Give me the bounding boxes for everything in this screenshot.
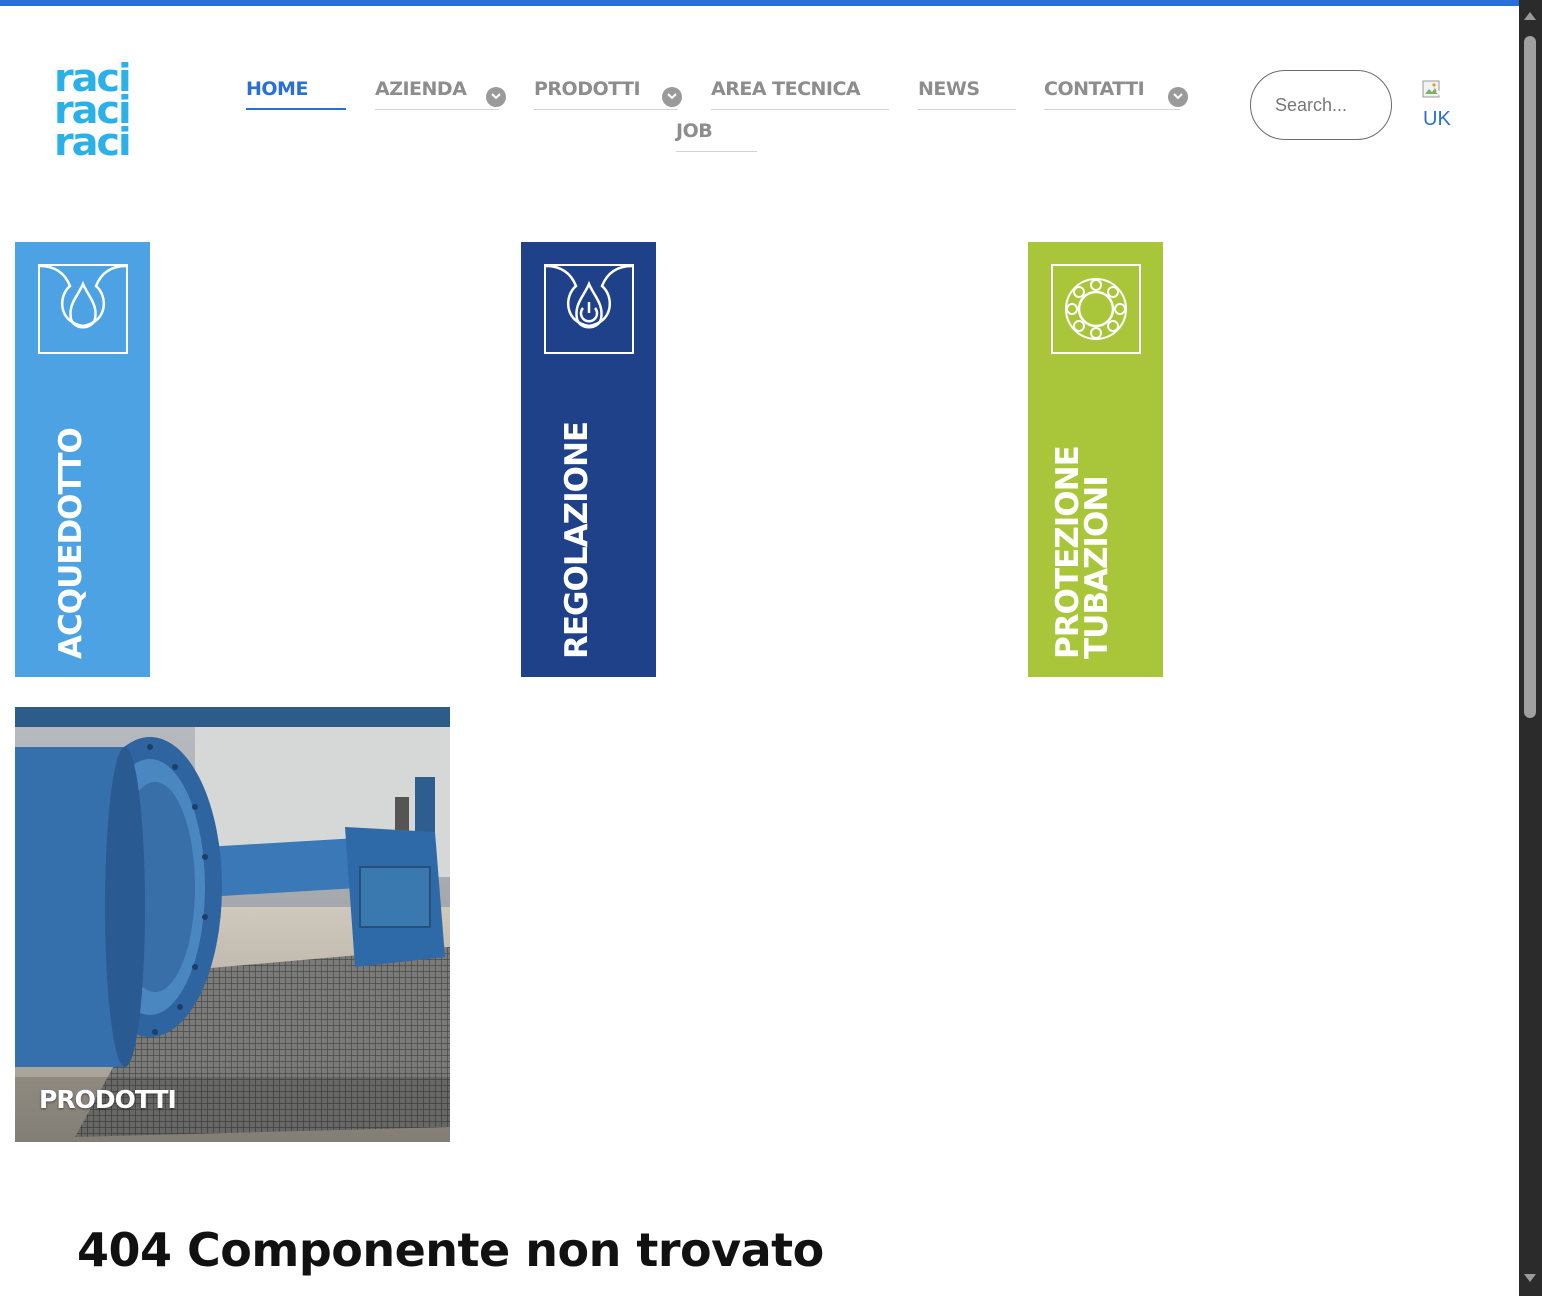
chevron-down-icon[interactable] [662, 87, 682, 107]
product-image-tile[interactable]: PRODOTTI [15, 707, 450, 1142]
nav-item-area-tecnica[interactable]: AREA TECNICA [711, 78, 889, 110]
nav-item-home[interactable]: HOME [246, 78, 346, 110]
valve-factory-photo [15, 707, 450, 1142]
category-label: REGOLAZIONE [559, 421, 595, 659]
product-tile-label: PRODOTTI [39, 1085, 177, 1114]
nav-label: AZIENDA [375, 78, 467, 100]
category-label-wrapper: PROTEZIONE TUBAZIONI [1028, 242, 1163, 677]
nav-item-news[interactable]: NEWS [918, 78, 1016, 110]
scrollbar-thumb[interactable] [1524, 36, 1536, 718]
error-title: 404 Componente non trovato [77, 1223, 824, 1277]
language-label: UK [1423, 108, 1451, 130]
scroll-down-arrow-icon[interactable] [1524, 1274, 1536, 1282]
category-label: TUBAZIONI [1079, 476, 1115, 659]
nav-item-job[interactable]: JOB [676, 120, 757, 152]
nav-label: AREA TECNICA [711, 78, 861, 100]
nav-label: CONTATTI [1044, 78, 1145, 100]
category-label: ACQUEDOTTO [53, 428, 89, 659]
category-tile-acquedotto[interactable]: ACQUEDOTTO [15, 242, 150, 677]
nav-label: HOME [246, 78, 308, 100]
language-switch-uk[interactable]: UK [1422, 80, 1458, 132]
vertical-scrollbar[interactable] [1519, 0, 1542, 1296]
chevron-down-icon[interactable] [1168, 87, 1188, 107]
nav-label: JOB [676, 120, 713, 142]
category-tile-regolazione[interactable]: REGOLAZIONE [521, 242, 656, 677]
nav-item-prodotti[interactable]: PRODOTTI [534, 78, 682, 110]
nav-label: PRODOTTI [534, 78, 641, 100]
category-tile-protezione-tubazioni[interactable]: PROTEZIONE TUBAZIONI [1028, 242, 1163, 677]
category-label-wrapper: ACQUEDOTTO [15, 242, 150, 677]
scroll-up-arrow-icon[interactable] [1524, 12, 1536, 20]
chevron-down-icon[interactable] [486, 87, 506, 107]
nav-label: NEWS [918, 78, 980, 100]
nav-item-contatti[interactable]: CONTATTI [1044, 78, 1188, 110]
broken-image-icon [1422, 80, 1446, 100]
category-label-wrapper: REGOLAZIONE [521, 242, 656, 677]
search-input[interactable] [1250, 70, 1392, 140]
nav-item-azienda[interactable]: AZIENDA [375, 78, 506, 110]
